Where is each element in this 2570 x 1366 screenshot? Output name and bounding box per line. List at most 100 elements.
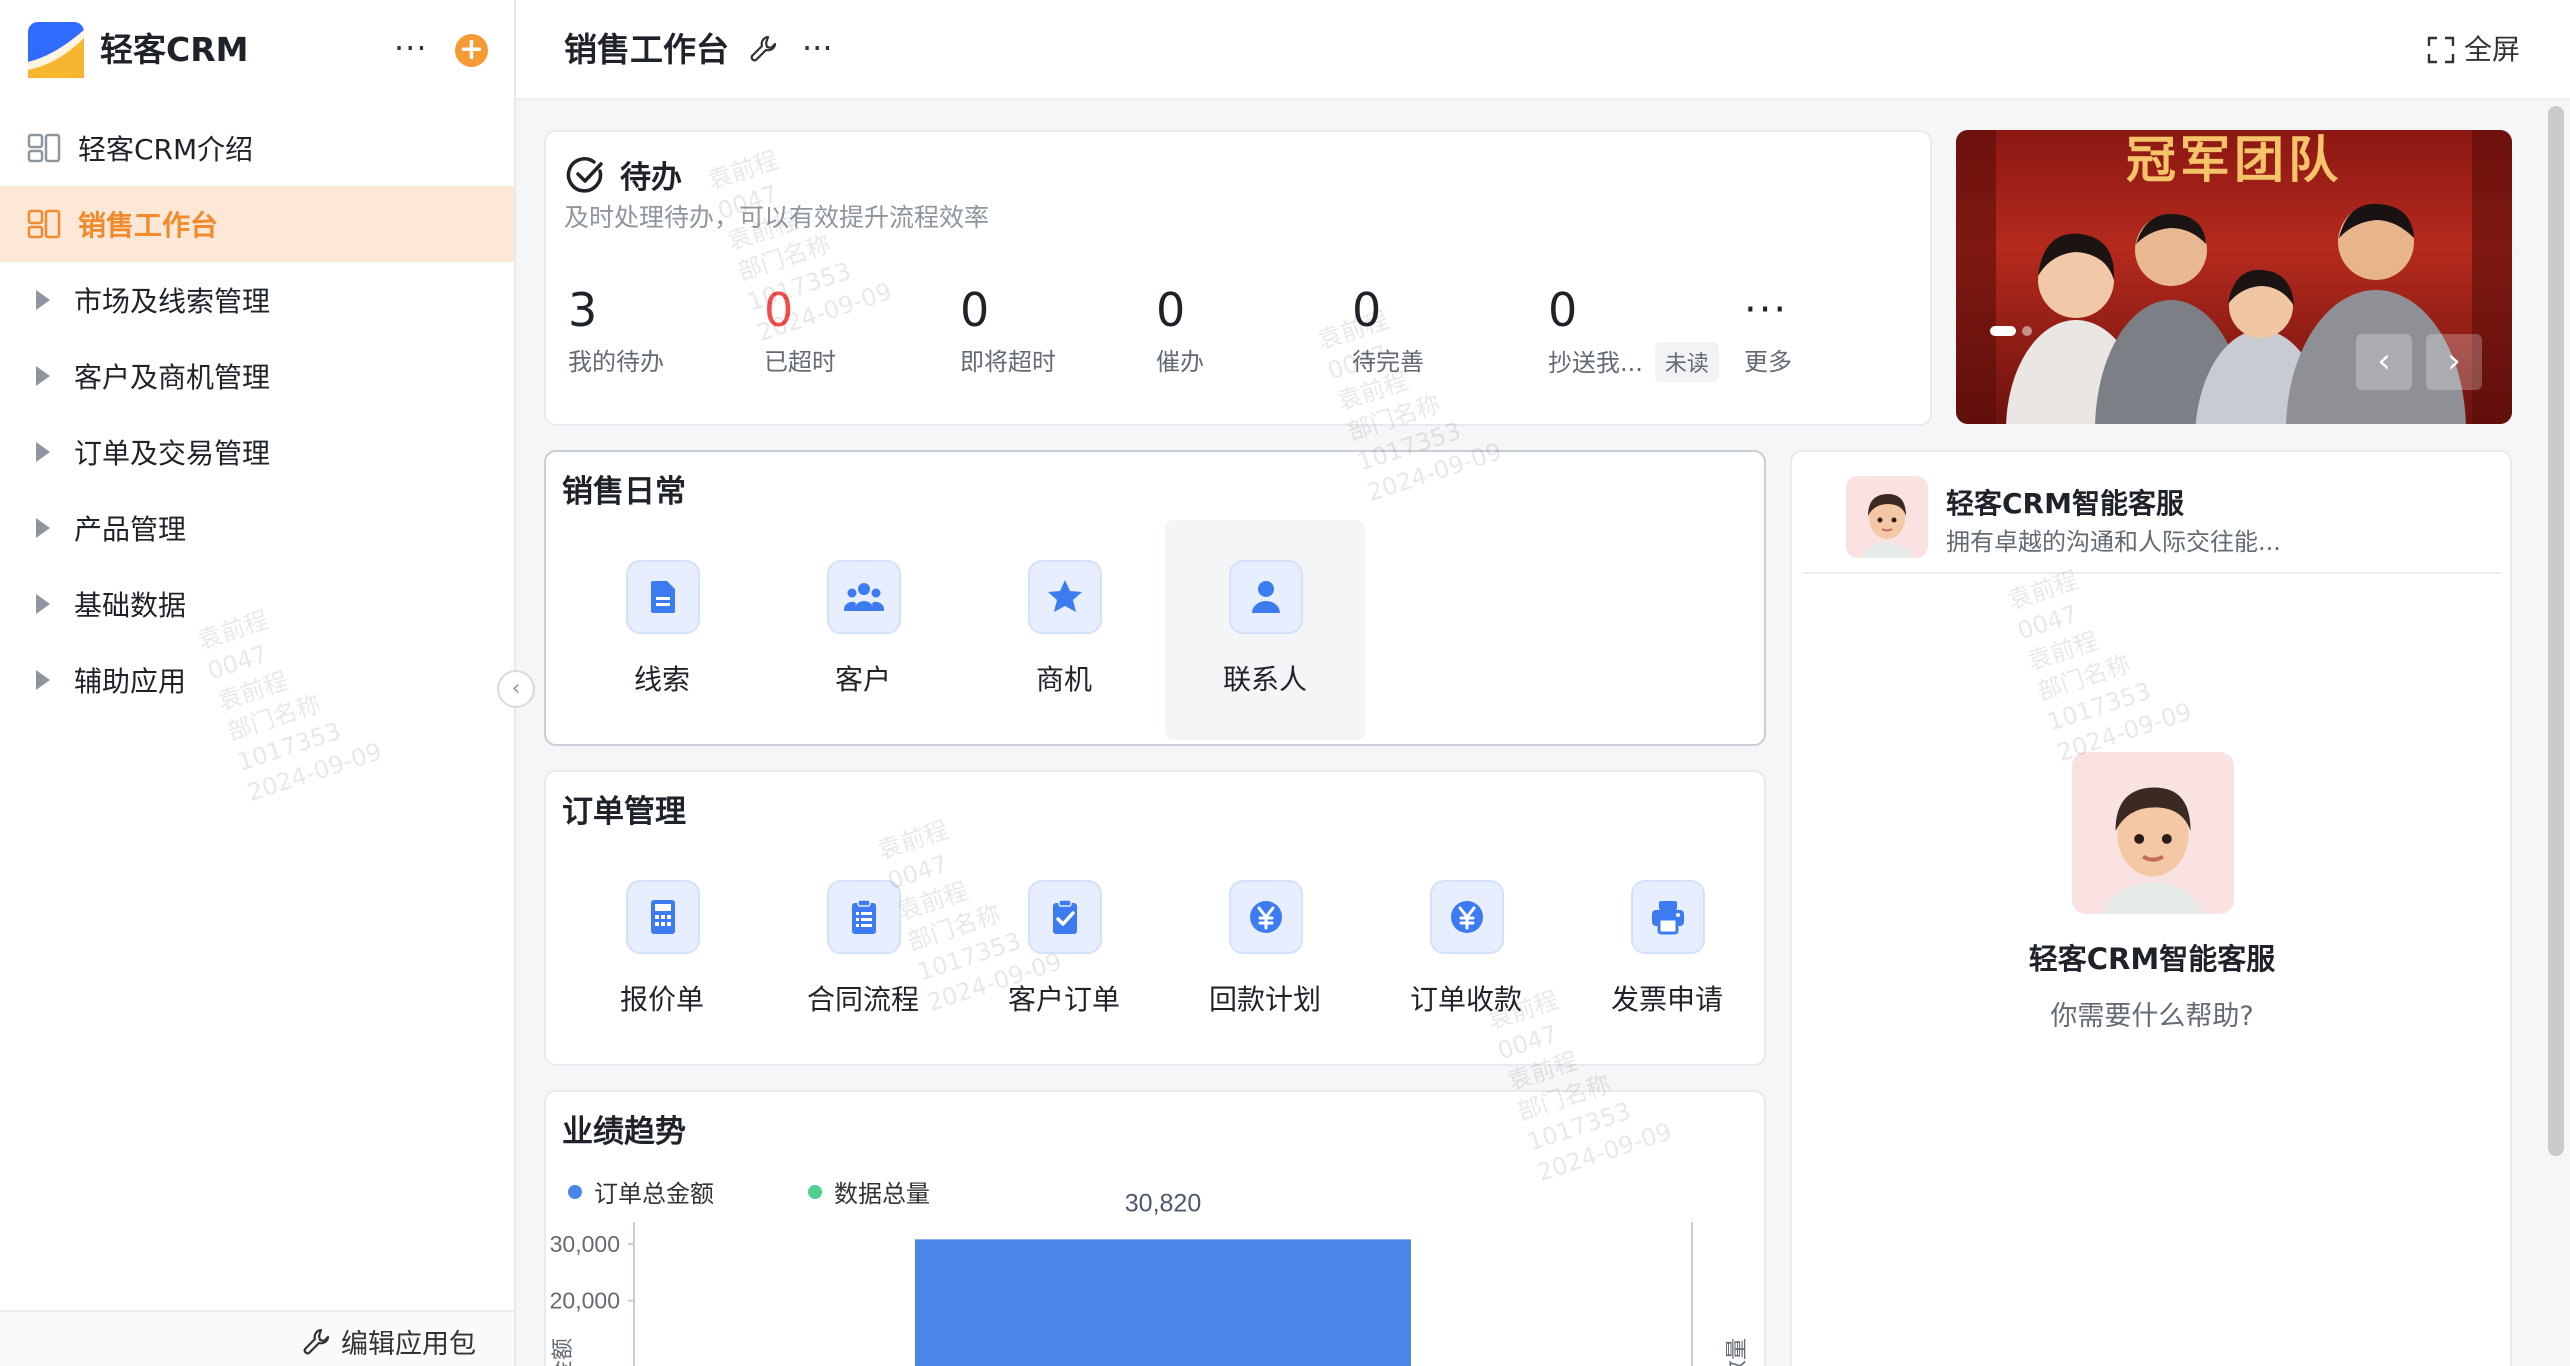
todo-count: 0 xyxy=(960,283,990,337)
service-name: 轻客CRM智能客服 xyxy=(1946,487,2184,520)
entry-opportunities[interactable]: 商机 xyxy=(964,520,1164,740)
card-title: 销售日常 xyxy=(562,474,686,510)
entry-leads[interactable]: 线索 xyxy=(562,520,762,740)
todo-title: 待办 xyxy=(620,160,682,196)
sidebar-group-marketing[interactable]: 市场及线索管理 xyxy=(0,262,514,338)
avatar-icon xyxy=(2072,752,2234,914)
todo-label: 即将超时 xyxy=(960,348,1056,376)
entry-contract-flow[interactable]: 合同流程 xyxy=(763,840,963,1060)
ellipsis-icon: ··· xyxy=(1744,287,1789,333)
y-axis-label: 金额 xyxy=(551,1338,576,1366)
sidebar-group-basic-data[interactable]: 基础数据 xyxy=(0,566,514,642)
fullscreen-label: 全屏 xyxy=(2463,33,2520,66)
add-app-button[interactable]: + xyxy=(455,34,488,67)
sidebar-item-label: 产品管理 xyxy=(74,513,187,546)
todo-cc-me[interactable]: 0 抄送我... 未读 xyxy=(1548,282,1719,382)
y-axis-right-label: 数量 xyxy=(1725,1338,1750,1366)
entry-invoice-request[interactable]: 发票申请 xyxy=(1567,840,1767,1060)
page-title: 销售工作台 xyxy=(564,30,729,69)
entry-contacts[interactable]: 联系人 xyxy=(1165,520,1365,740)
calculator-icon xyxy=(626,880,700,954)
edit-app-package-button[interactable]: 编辑应用包 xyxy=(301,1322,476,1361)
entry-label: 订单收款 xyxy=(1409,983,1522,1016)
carousel-next-button[interactable]: › xyxy=(2426,334,2482,390)
todo-label: 待完善 xyxy=(1352,348,1424,376)
caret-right-icon xyxy=(36,442,50,462)
performance-trend-card: 业绩趋势 订单总金额 数据总量 30,000 20,000 金额 数量 30,820 xyxy=(544,1090,1766,1366)
entry-payment-plan[interactable]: 回款计划 xyxy=(1165,840,1365,1060)
todo-overdue[interactable]: 0 已超时 xyxy=(764,282,836,377)
caret-right-icon xyxy=(36,366,50,386)
divider xyxy=(1802,572,2502,574)
person-icon xyxy=(1229,560,1303,634)
edit-app-package-label: 编辑应用包 xyxy=(341,1329,476,1360)
sidebar-item-label: 市场及线索管理 xyxy=(74,285,271,318)
todo-card: 待办 及时处理待办，可以有效提升流程效率 3 我的待办 0 已超时 0 即将超时… xyxy=(544,130,1932,426)
entry-label: 商机 xyxy=(1035,663,1092,696)
sidebar-item-label: 订单及交易管理 xyxy=(74,437,271,470)
sidebar-group-customers[interactable]: 客户及商机管理 xyxy=(0,338,514,414)
sidebar-group-aux-apps[interactable]: 辅助应用 xyxy=(0,642,514,718)
todo-more[interactable]: ··· 更多 xyxy=(1744,282,1792,377)
entry-order-receipt[interactable]: 订单收款 xyxy=(1366,840,1566,1060)
sidebar-footer: 编辑应用包 xyxy=(0,1310,514,1366)
service-avatar-large xyxy=(2072,752,2234,914)
entry-label: 发票申请 xyxy=(1610,983,1723,1016)
page-more-button[interactable]: ··· xyxy=(802,28,833,68)
wrench-icon[interactable] xyxy=(748,34,778,64)
caret-right-icon xyxy=(36,518,50,538)
collapse-sidebar-button[interactable]: ‹ xyxy=(497,670,535,708)
entry-customers[interactable]: 客户 xyxy=(763,520,963,740)
entry-label: 联系人 xyxy=(1222,663,1307,696)
app-header: 轻客CRM ··· + xyxy=(0,0,514,100)
bar xyxy=(915,1239,1411,1366)
sidebar-item-label: 销售工作台 xyxy=(78,209,219,242)
todo-count: 0 xyxy=(1352,283,1382,337)
todo-my-pending[interactable]: 3 我的待办 xyxy=(568,282,664,377)
service-avatar[interactable] xyxy=(1846,476,1928,558)
service-description: 拥有卓越的沟通和人际交往能... xyxy=(1946,528,2281,556)
sidebar-group-products[interactable]: 产品管理 xyxy=(0,490,514,566)
todo-count: 0 xyxy=(1548,283,1578,337)
todo-count: 0 xyxy=(764,283,794,337)
app-more-button[interactable]: ··· xyxy=(394,28,428,68)
todo-label: 催办 xyxy=(1156,348,1204,376)
caret-right-icon xyxy=(36,290,50,310)
people-icon xyxy=(827,560,901,634)
bar-data-label: 30,820 xyxy=(1125,1189,1201,1217)
carousel-prev-button[interactable]: ‹ xyxy=(2356,334,2412,390)
y-tick-label: 30,000 xyxy=(550,1231,620,1257)
entry-label: 线索 xyxy=(633,663,690,696)
todo-subtitle: 及时处理待办，可以有效提升流程效率 xyxy=(564,203,990,232)
sales-daily-card: 销售日常 线索 客户 商机 联系人 xyxy=(544,450,1766,746)
todo-label: 我的待办 xyxy=(568,348,664,376)
y-tick-label: 20,000 xyxy=(550,1288,620,1314)
carousel-dot[interactable] xyxy=(2022,326,2032,336)
app-logo-icon xyxy=(28,22,84,78)
dashboard-icon xyxy=(27,209,61,239)
unread-badge: 未读 xyxy=(1654,342,1719,382)
order-management-card: 订单管理 报价单 合同流程 客户订单 回款计划 订单收款 发票申请 xyxy=(544,770,1766,1066)
entry-label: 报价单 xyxy=(619,983,704,1016)
todo-to-complete[interactable]: 0 待完善 xyxy=(1352,282,1424,377)
banner-carousel[interactable]: 冠军团队 ‹ › xyxy=(1956,130,2512,424)
sidebar-group-orders[interactable]: 订单及交易管理 xyxy=(0,414,514,490)
service-prompt: 你需要什么帮助? xyxy=(2050,1001,2254,1032)
todo-urged[interactable]: 0 催办 xyxy=(1156,282,1204,377)
wrench-icon xyxy=(303,1328,330,1354)
app-name: 轻客CRM xyxy=(100,30,249,69)
todo-header: 待办 xyxy=(566,152,682,197)
sidebar-item-sales-workbench[interactable]: 销售工作台 xyxy=(0,186,514,262)
entry-quotation[interactable]: 报价单 xyxy=(562,840,762,1060)
entry-customer-order[interactable]: 客户订单 xyxy=(964,840,1164,1060)
sidebar-item-intro[interactable]: 轻客CRM介绍 xyxy=(0,110,514,186)
sidebar-item-label: 客户及商机管理 xyxy=(74,361,271,394)
fullscreen-button[interactable]: 全屏 xyxy=(2426,30,2520,70)
carousel-dot-active[interactable] xyxy=(1990,326,2016,336)
card-title: 订单管理 xyxy=(562,794,686,830)
clipboard-check-icon xyxy=(1028,880,1102,954)
todo-due-soon[interactable]: 0 即将超时 xyxy=(960,282,1056,377)
clipboard-list-icon xyxy=(827,880,901,954)
todo-count: 3 xyxy=(568,283,598,337)
page-scrollbar[interactable] xyxy=(2548,106,2564,1156)
